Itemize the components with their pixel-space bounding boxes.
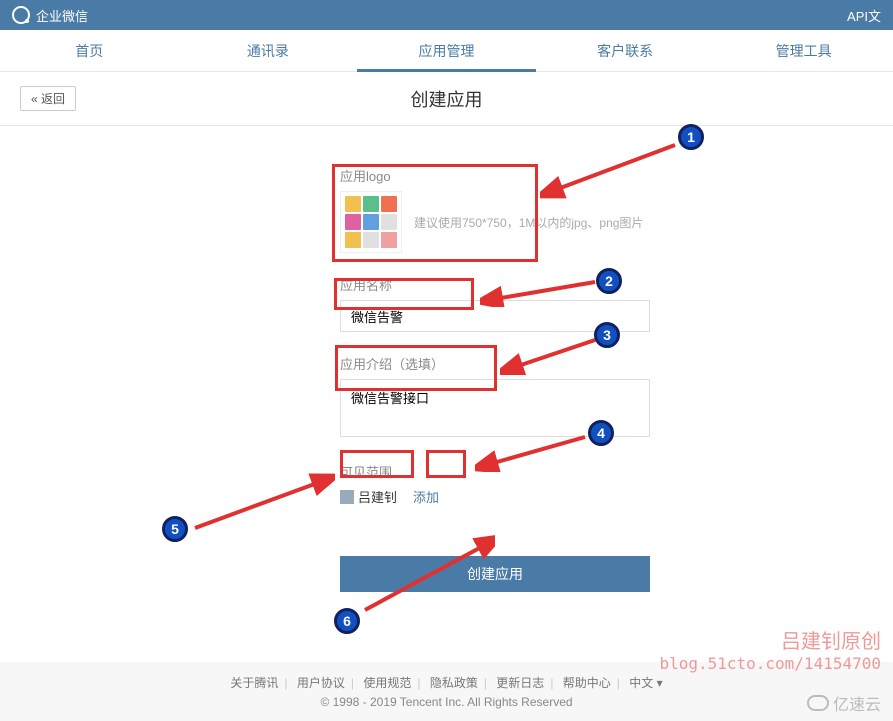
nav-tools[interactable]: 管理工具 [714, 30, 893, 72]
person-icon [340, 490, 354, 504]
watermark: 吕建钊原创 blog.51cto.com/14154700 [659, 625, 881, 673]
wework-logo-icon [12, 6, 30, 24]
marker-3: 3 [594, 322, 620, 348]
scope-label: 可见范围 [340, 462, 893, 481]
watermark-title: 吕建钊原创 [659, 625, 881, 654]
yisu-watermark: 亿速云 [807, 691, 881, 715]
add-member-link[interactable]: 添加 [413, 487, 439, 506]
marker-6: 6 [334, 608, 360, 634]
footer-privacy[interactable]: 隐私政策 [430, 676, 478, 690]
footer-help[interactable]: 帮助中心 [563, 676, 611, 690]
top-bar: 企业微信 API文 [0, 0, 893, 30]
logo-label: 应用logo [340, 166, 893, 185]
member-tag[interactable]: 吕建钊 [340, 487, 397, 506]
nav-home[interactable]: 首页 [0, 30, 179, 72]
yisu-text: 亿速云 [833, 691, 881, 715]
back-button[interactable]: « 返回 [20, 86, 76, 111]
brand-text: 企业微信 [36, 6, 88, 25]
main-nav: 首页 通讯录 应用管理 客户联系 管理工具 [0, 30, 893, 72]
footer-about[interactable]: 关于腾讯 [230, 676, 278, 690]
marker-1: 1 [678, 124, 704, 150]
footer-changelog[interactable]: 更新日志 [496, 676, 544, 690]
footer-links: 关于腾讯| 用户协议| 使用规范| 隐私政策| 更新日志| 帮助中心| 中文 ▾ [0, 674, 893, 691]
nav-customer[interactable]: 客户联系 [536, 30, 715, 72]
marker-4: 4 [588, 420, 614, 446]
brand-area: 企业微信 [12, 6, 88, 25]
logo-hint: 建议使用750*750，1M以内的jpg、png图片 [414, 214, 643, 231]
sub-header: « 返回 创建应用 [0, 72, 893, 126]
nav-contacts[interactable]: 通讯录 [179, 30, 358, 72]
nav-apps[interactable]: 应用管理 [357, 30, 536, 72]
footer-lang[interactable]: 中文 ▾ [629, 676, 662, 690]
marker-5: 5 [162, 516, 188, 542]
member-name: 吕建钊 [358, 487, 397, 506]
logo-field: 应用logo 建议使用750*750，1M以内的jpg、png图片 [340, 166, 893, 253]
marker-2: 2 [596, 268, 622, 294]
logo-upload[interactable] [340, 191, 402, 253]
scope-field: 可见范围 吕建钊 添加 [340, 462, 893, 506]
copyright: © 1998 - 2019 Tencent Inc. All Rights Re… [0, 695, 893, 709]
watermark-url: blog.51cto.com/14154700 [659, 654, 881, 673]
desc-field: 应用介绍（选填） [340, 354, 893, 440]
create-button[interactable]: 创建应用 [340, 556, 650, 592]
form-content: 应用logo 建议使用750*750，1M以内的jpg、png图片 应用名称 应… [0, 126, 893, 592]
footer-rules[interactable]: 使用规范 [363, 676, 411, 690]
api-link[interactable]: API文 [847, 6, 881, 25]
desc-label: 应用介绍（选填） [340, 354, 893, 373]
cloud-icon [807, 695, 829, 711]
page-title: 创建应用 [411, 86, 483, 112]
footer-agreement[interactable]: 用户协议 [297, 676, 345, 690]
